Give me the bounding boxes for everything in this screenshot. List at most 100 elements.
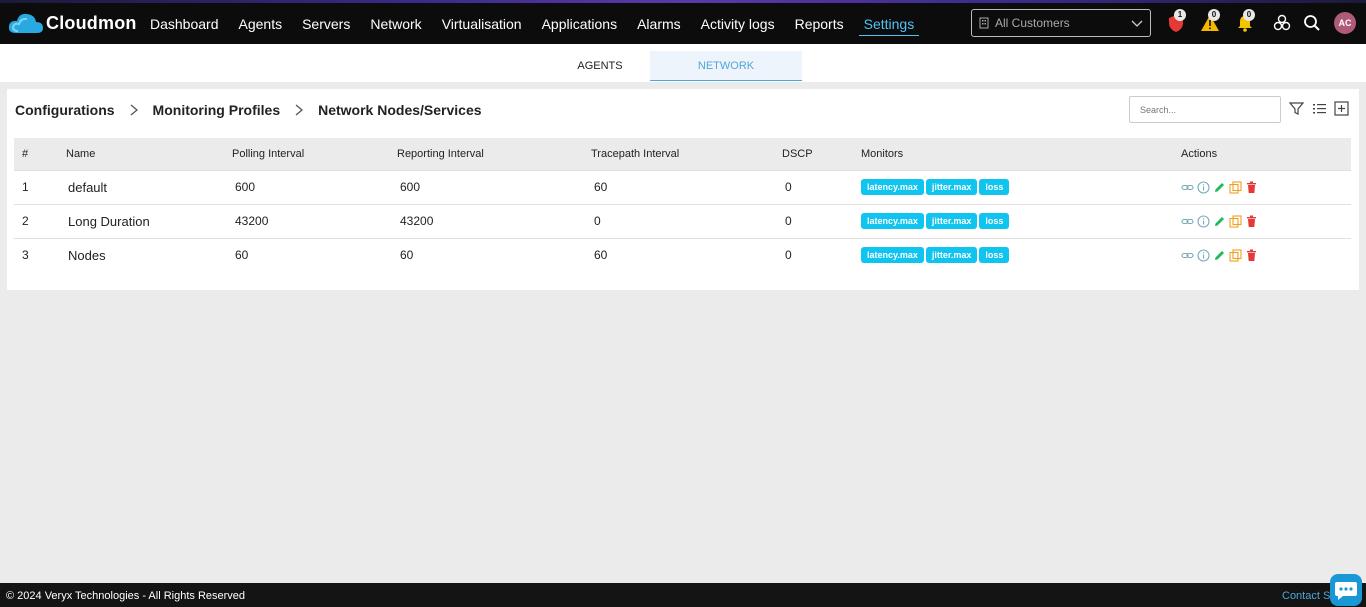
nav-applications[interactable]: Applications <box>532 0 628 44</box>
info-icon[interactable] <box>1197 180 1210 194</box>
row-name: Long Duration <box>58 203 232 238</box>
filter-icon[interactable] <box>1289 101 1304 116</box>
row-reporting: 600 <box>397 169 591 204</box>
edit-pencil-icon[interactable] <box>1213 249 1226 262</box>
row-tracepath: 60 <box>591 169 782 204</box>
delete-trash-icon[interactable] <box>1245 249 1258 262</box>
monitor-chip: latency.max <box>861 247 924 264</box>
monitor-chip: latency.max <box>861 179 924 195</box>
contact-support-link[interactable]: Contact Su <box>1282 590 1336 602</box>
table-row[interactable]: 2 Long Duration 43200 43200 0 0 latency.… <box>14 203 1351 238</box>
edit-pencil-icon[interactable] <box>1213 215 1226 228</box>
info-icon[interactable] <box>1197 214 1210 228</box>
copyright-text: © 2024 Veryx Technologies - All Rights R… <box>6 590 246 602</box>
delete-trash-icon[interactable] <box>1245 215 1258 228</box>
settings-subtabs: AGENTS NETWORK NODES/SERVICES <box>0 44 1366 102</box>
col-header-reporting[interactable]: Reporting Interval <box>397 138 591 170</box>
building-icon <box>979 17 989 29</box>
search-input[interactable] <box>1129 96 1281 123</box>
nav-activity-logs[interactable]: Activity logs <box>691 0 785 44</box>
top-navbar: Cloudmon Dashboard Agents Servers Networ… <box>0 0 1366 44</box>
row-monitors: latency.max jitter.max loss <box>861 203 1181 238</box>
monitor-chip: loss <box>979 179 1010 195</box>
copy-icon[interactable] <box>1229 180 1242 194</box>
row-dscp: 0 <box>782 169 861 204</box>
nav-servers[interactable]: Servers <box>292 0 360 44</box>
row-actions <box>1181 237 1351 272</box>
row-dscp: 0 <box>782 203 861 238</box>
nav-agents[interactable]: Agents <box>229 0 293 44</box>
row-number: 1 <box>14 169 58 204</box>
tab-network-nodes-services[interactable]: NETWORK NODES/SERVICES <box>650 51 802 102</box>
column-list-icon[interactable] <box>1312 101 1327 116</box>
monitor-chip: loss <box>979 213 1010 229</box>
monitor-chip: jitter.max <box>925 247 978 264</box>
link-icon[interactable] <box>1181 215 1194 228</box>
cloud-logo-icon <box>8 13 43 33</box>
page-footer: © 2024 Veryx Technologies - All Rights R… <box>0 583 1366 607</box>
row-number: 2 <box>14 203 58 238</box>
info-icon[interactable] <box>1197 249 1210 262</box>
breadcrumb-configurations[interactable]: Configurations <box>15 102 115 118</box>
row-tracepath: 60 <box>591 237 782 272</box>
chat-bubble-icon <box>1335 582 1357 600</box>
monitor-chip: latency.max <box>861 213 924 229</box>
nav-reports[interactable]: Reports <box>785 0 854 44</box>
customer-select[interactable]: All Customers <box>971 9 1151 37</box>
bell-icon[interactable]: 0 <box>1235 9 1255 33</box>
link-icon[interactable] <box>1181 249 1194 262</box>
breadcrumb-monitoring-profiles[interactable]: Monitoring Profiles <box>153 102 281 118</box>
row-reporting: 43200 <box>397 203 591 238</box>
monitor-chip: loss <box>979 247 1010 264</box>
row-number: 3 <box>14 237 58 272</box>
row-dscp: 0 <box>782 237 861 272</box>
row-actions <box>1181 203 1351 238</box>
col-header-name[interactable]: Name <box>58 138 232 170</box>
app-logo[interactable]: Cloudmon <box>8 10 137 36</box>
chevron-right-icon <box>130 104 138 116</box>
security-shield-icon[interactable]: 1 <box>1166 9 1186 33</box>
monitor-chip: jitter.max <box>925 179 978 195</box>
chat-button[interactable] <box>1330 574 1362 606</box>
link-icon[interactable] <box>1181 181 1194 194</box>
add-icon[interactable] <box>1334 101 1349 116</box>
search-icon[interactable] <box>1302 13 1322 33</box>
alert-count-badge: 0 <box>1243 9 1255 21</box>
nav-settings[interactable]: Settings <box>854 0 925 44</box>
table-header-row: # Name Polling Interval Reporting Interv… <box>14 138 1351 170</box>
row-actions <box>1181 169 1351 204</box>
warning-count-badge: 0 <box>1208 9 1220 21</box>
col-header-dscp[interactable]: DSCP <box>782 138 861 170</box>
row-name: Nodes <box>58 237 232 272</box>
chevron-down-icon <box>1131 20 1143 27</box>
copy-icon[interactable] <box>1229 249 1242 262</box>
integrations-icon[interactable] <box>1272 13 1292 33</box>
delete-trash-icon[interactable] <box>1245 181 1258 194</box>
user-avatar[interactable]: AC <box>1334 12 1356 34</box>
profiles-table: # Name Polling Interval Reporting Interv… <box>14 138 1351 272</box>
row-monitors: latency.max jitter.max loss <box>861 169 1181 204</box>
row-name: default <box>58 169 232 204</box>
row-reporting: 60 <box>397 237 591 272</box>
nav-network[interactable]: Network <box>360 0 431 44</box>
col-header-polling[interactable]: Polling Interval <box>232 138 397 170</box>
copy-icon[interactable] <box>1229 214 1242 228</box>
row-polling: 43200 <box>232 203 397 238</box>
monitor-chip: jitter.max <box>925 213 978 229</box>
breadcrumb: Configurations Monitoring Profiles Netwo… <box>15 102 482 118</box>
table-row[interactable]: 1 default 600 600 60 0 latency.max jitter… <box>14 169 1351 204</box>
main-nav: Dashboard Agents Servers Network Virtual… <box>140 0 924 44</box>
warning-triangle-icon[interactable]: 0 <box>1200 9 1220 33</box>
col-header-tracepath[interactable]: Tracepath Interval <box>591 138 782 170</box>
table-row[interactable]: 3 Nodes 60 60 60 0 latency.max jitter.max… <box>14 237 1351 272</box>
tab-agents[interactable]: AGENTS <box>571 51 629 81</box>
customer-select-value: All Customers <box>995 16 1070 30</box>
nav-virtualisation[interactable]: Virtualisation <box>432 0 532 44</box>
col-header-number: # <box>14 138 58 170</box>
row-monitors: latency.max jitter.max loss <box>861 237 1181 272</box>
row-tracepath: 0 <box>591 203 782 238</box>
nav-alarms[interactable]: Alarms <box>627 0 691 44</box>
nav-dashboard[interactable]: Dashboard <box>140 0 229 44</box>
edit-pencil-icon[interactable] <box>1213 181 1226 194</box>
breadcrumb-network-nodes-services: Network Nodes/Services <box>318 102 482 118</box>
